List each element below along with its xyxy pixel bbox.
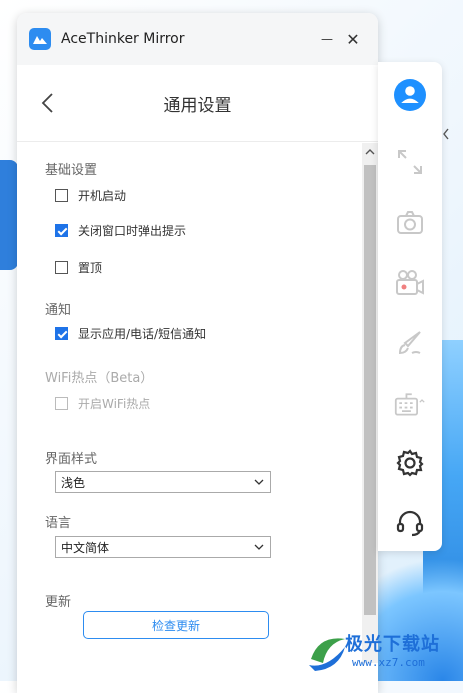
- collapse-chevron-icon[interactable]: [442, 128, 450, 140]
- notification-option[interactable]: 显示应用/电话/短信通知: [55, 325, 206, 342]
- sidebar-item-account[interactable]: [394, 79, 426, 111]
- section-notify-title: 通知: [45, 303, 72, 318]
- sidebar-item-draw[interactable]: [394, 327, 426, 359]
- brush-icon: [398, 331, 421, 355]
- video-record-icon: [396, 270, 424, 295]
- close-prompt-option[interactable]: 关闭窗口时弹出提示: [55, 222, 186, 239]
- autostart-label: 开机启动: [78, 189, 127, 203]
- section-update-title: 更新: [45, 595, 72, 610]
- watermark-logo-icon: [309, 638, 345, 671]
- always-on-top-option[interactable]: 置顶: [55, 259, 102, 276]
- section-theme-title: 界面样式: [45, 452, 98, 467]
- scrollbar-thumb[interactable]: [364, 165, 376, 615]
- page-header: 通用设置: [17, 65, 378, 142]
- wifi-hotspot-option: 开启WiFi热点: [55, 395, 150, 412]
- scroll-up-icon[interactable]: [365, 148, 375, 156]
- sidebar-item-fullscreen[interactable]: [394, 146, 426, 178]
- camera-icon: [397, 211, 423, 234]
- settings-content: 基础设置 开机启动 关闭窗口时弹出提示 置顶 通知 显示应用/电话/短信通知 W…: [17, 143, 362, 663]
- theme-select-value: 浅色: [61, 475, 86, 490]
- headset-support-icon: [396, 510, 424, 537]
- watermark-text: 极光下载站: [345, 634, 440, 655]
- back-arrow-icon[interactable]: [39, 91, 57, 115]
- language-select[interactable]: 中文简体: [55, 536, 271, 558]
- side-toolbar: [378, 62, 442, 551]
- section-wifi-title: WiFi热点（Beta）: [45, 371, 154, 386]
- section-basic-title: 基础设置: [45, 163, 98, 178]
- minimize-button[interactable]: —: [314, 26, 340, 52]
- sidebar-item-support[interactable]: [394, 507, 426, 539]
- wifi-hotspot-checkbox: [55, 397, 68, 410]
- close-button[interactable]: ✕: [340, 26, 366, 52]
- close-icon: ✕: [346, 29, 360, 49]
- sidebar-item-screenshot[interactable]: [394, 207, 426, 239]
- keyboard-icon: [394, 393, 425, 416]
- minimize-icon: —: [321, 32, 333, 46]
- sidebar-item-keyboard[interactable]: [394, 388, 426, 420]
- scrollbar[interactable]: [362, 143, 378, 663]
- page-title: 通用设置: [163, 95, 232, 116]
- app-logo-icon: [29, 28, 51, 50]
- sidebar-item-record[interactable]: [394, 267, 426, 299]
- notification-checkbox[interactable]: [55, 327, 68, 340]
- wifi-hotspot-label: 开启WiFi热点: [78, 397, 151, 411]
- title-bar: AceThinker Mirror — ✕: [17, 13, 378, 65]
- sidebar-item-settings[interactable]: [394, 447, 426, 479]
- section-language-title: 语言: [45, 516, 72, 531]
- watermark-url: www.xz7.com: [352, 656, 425, 669]
- settings-gear-icon: [396, 449, 424, 477]
- user-avatar-icon: [394, 79, 426, 111]
- theme-select[interactable]: 浅色: [55, 471, 271, 493]
- fullscreen-icon: [398, 150, 422, 174]
- language-select-value: 中文简体: [61, 540, 110, 555]
- chevron-down-icon: [254, 479, 264, 485]
- notification-label: 显示应用/电话/短信通知: [78, 327, 207, 341]
- app-title: AceThinker Mirror: [61, 31, 185, 47]
- close-prompt-label: 关闭窗口时弹出提示: [78, 224, 187, 238]
- settings-window: AceThinker Mirror — ✕ 通用设置 基础设置 开机启动 关闭窗…: [17, 13, 378, 693]
- always-on-top-checkbox[interactable]: [55, 261, 68, 274]
- chevron-down-icon: [254, 544, 264, 550]
- close-prompt-checkbox[interactable]: [55, 224, 68, 237]
- autostart-option[interactable]: 开机启动: [55, 187, 126, 204]
- check-update-button[interactable]: 检查更新: [83, 611, 269, 639]
- always-on-top-label: 置顶: [78, 261, 103, 275]
- desktop-wallpaper-left: [0, 160, 18, 270]
- autostart-checkbox[interactable]: [55, 189, 68, 202]
